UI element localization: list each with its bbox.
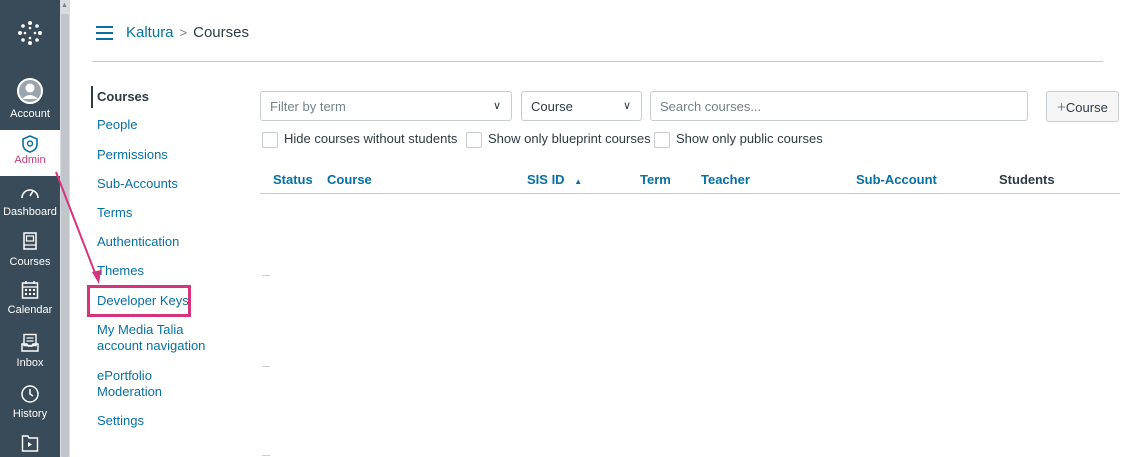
breadcrumb: Kaltura > Courses <box>126 24 249 41</box>
nav-commons[interactable] <box>0 433 60 456</box>
sort-ascending-icon: ▲ <box>574 177 583 186</box>
nav-inbox-label: Inbox <box>16 357 44 369</box>
account-nav-themes[interactable]: Themes <box>97 263 144 279</box>
empty-cell-placeholder <box>262 455 270 456</box>
clock-icon <box>21 385 39 403</box>
shield-icon <box>22 135 38 153</box>
sis-id-label: SIS ID <box>527 172 565 187</box>
column-header-course[interactable]: Course <box>327 172 372 187</box>
search-type-value: Course <box>531 99 573 114</box>
account-nav-authentication[interactable]: Authentication <box>97 234 179 250</box>
checkbox-box[interactable] <box>654 131 670 148</box>
term-filter-select[interactable]: Filter by term ∨ <box>260 91 512 121</box>
account-nav-sub-accounts[interactable]: Sub-Accounts <box>97 176 178 192</box>
column-header-teacher[interactable]: Teacher <box>701 172 750 187</box>
nav-scrollbar[interactable]: ▲ <box>60 0 70 457</box>
hide-no-students-label: Hide courses without students <box>284 131 458 146</box>
blueprint-only-checkbox[interactable]: Show only blueprint courses <box>466 130 651 148</box>
checkbox-box[interactable] <box>466 131 482 148</box>
column-header-sub-account[interactable]: Sub-Account <box>856 172 937 187</box>
calendar-icon <box>21 281 39 299</box>
nav-account-label: Account <box>10 108 50 120</box>
book-icon <box>23 232 37 250</box>
account-nav-terms[interactable]: Terms <box>97 205 132 221</box>
term-filter-placeholder: Filter by term <box>270 99 346 114</box>
public-only-label: Show only public courses <box>676 131 823 146</box>
dashboard-icon <box>21 189 39 199</box>
column-header-sis-id[interactable]: SIS ID ▲ <box>527 172 582 187</box>
public-only-checkbox[interactable]: Show only public courses <box>654 130 823 148</box>
nav-calendar-label: Calendar <box>7 304 53 316</box>
chevron-down-icon: ∨ <box>492 100 501 112</box>
add-course-button[interactable]: +Course <box>1046 91 1119 122</box>
account-nav-settings[interactable]: Settings <box>97 413 144 429</box>
search-type-select[interactable]: Course ∨ <box>521 91 642 121</box>
table-header-divider <box>260 193 1120 194</box>
developer-keys-highlight <box>87 285 191 317</box>
nav-dashboard[interactable]: Dashboard <box>0 184 60 218</box>
plus-icon: + <box>1057 99 1066 116</box>
chevron-down-icon: ∨ <box>622 100 631 112</box>
nav-dashboard-label: Dashboard <box>3 206 57 218</box>
blueprint-only-label: Show only blueprint courses <box>488 131 651 146</box>
scroll-up-icon[interactable]: ▲ <box>61 2 68 9</box>
nav-admin-label: Admin <box>14 154 46 166</box>
account-nav-courses[interactable]: Courses <box>97 89 149 105</box>
header-divider <box>92 61 1103 62</box>
empty-cell-placeholder <box>262 275 270 276</box>
nav-inbox[interactable]: Inbox <box>0 333 60 369</box>
scrollbar-thumb[interactable] <box>61 14 69 457</box>
breadcrumb-separator: > <box>179 25 188 40</box>
breadcrumb-root[interactable]: Kaltura <box>126 24 174 41</box>
hide-courses-without-students-checkbox[interactable]: Hide courses without students <box>262 130 458 148</box>
nav-courses[interactable]: Courses <box>0 232 60 268</box>
hamburger-menu-icon[interactable] <box>96 26 113 40</box>
account-nav-permissions[interactable]: Permissions <box>97 147 168 163</box>
breadcrumb-current: Courses <box>193 24 249 41</box>
column-header-students: Students <box>999 172 1055 187</box>
nav-courses-label: Courses <box>9 256 51 268</box>
avatar-icon <box>17 78 43 104</box>
nav-history[interactable]: History <box>0 384 60 420</box>
add-course-label: Course <box>1065 100 1108 115</box>
nav-history-label: History <box>12 408 48 420</box>
search-courses-input[interactable]: Search courses... <box>650 91 1028 121</box>
account-nav-eportfolio-moderation[interactable]: ePortfolio Moderation <box>97 368 197 400</box>
canvas-logo-icon[interactable] <box>0 20 60 51</box>
checkbox-box[interactable] <box>262 131 278 148</box>
global-nav: Account Admin Dashboard Courses Calendar… <box>0 0 60 457</box>
account-nav-people[interactable]: People <box>97 117 137 133</box>
empty-cell-placeholder <box>262 366 270 367</box>
nav-account[interactable]: Account <box>0 78 60 120</box>
account-nav-my-media[interactable]: My Media Talia account navigation <box>97 322 217 354</box>
page-header: Kaltura > Courses <box>70 0 1131 62</box>
commons-icon <box>21 435 39 452</box>
column-header-term[interactable]: Term <box>640 172 671 187</box>
column-header-status[interactable]: Status <box>273 172 313 187</box>
inbox-icon <box>21 333 39 352</box>
active-indicator <box>91 86 93 108</box>
nav-admin[interactable]: Admin <box>0 130 60 176</box>
nav-calendar[interactable]: Calendar <box>0 280 60 316</box>
